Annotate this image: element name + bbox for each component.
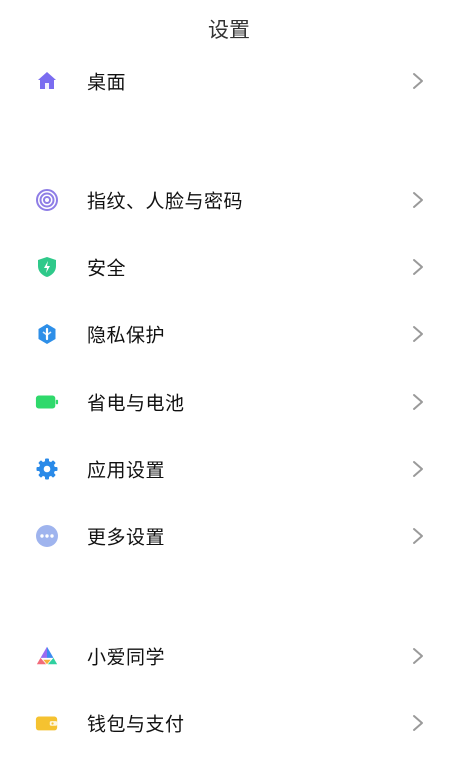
settings-item-label: 小爱同学 (87, 646, 166, 669)
chevron-right-icon (412, 460, 424, 478)
settings-item-label: 隐私保护 (87, 324, 166, 347)
settings-item-label: 安全 (87, 257, 127, 280)
chevron-right-icon (412, 191, 424, 209)
settings-item-security[interactable]: 安全 (0, 240, 458, 294)
fingerprint-icon (35, 188, 59, 212)
settings-item-desktop[interactable]: 桌面 (0, 54, 458, 108)
gear-icon (35, 457, 59, 481)
chevron-right-icon (412, 527, 424, 545)
chevron-right-icon (412, 72, 424, 90)
settings-item-app-settings[interactable]: 应用设置 (0, 442, 458, 496)
xiaoai-icon (35, 644, 59, 668)
home-icon (35, 69, 59, 93)
settings-item-fingerprint-face-password[interactable]: 指纹、人脸与密码 (0, 173, 458, 227)
page-title: 设置 (208, 18, 250, 42)
settings-item-battery[interactable]: 省电与电池 (0, 375, 458, 429)
chevron-right-icon (412, 258, 424, 276)
shield-icon (35, 255, 59, 279)
chevron-right-icon (412, 325, 424, 343)
settings-item-wallet-payment[interactable]: 钱包与支付 (0, 696, 458, 750)
settings-item-label: 桌面 (87, 71, 127, 94)
chevron-right-icon (412, 393, 424, 411)
settings-item-more-settings[interactable]: 更多设置 (0, 509, 458, 563)
settings-item-privacy[interactable]: 隐私保护 (0, 307, 458, 361)
battery-icon (35, 390, 59, 414)
settings-item-label: 应用设置 (87, 459, 166, 482)
chevron-right-icon (412, 714, 424, 732)
settings-item-label: 省电与电池 (87, 392, 185, 415)
privacy-icon (35, 322, 59, 346)
settings-item-xiaoai[interactable]: 小爱同学 (0, 629, 458, 683)
chevron-right-icon (412, 647, 424, 665)
wallet-icon (35, 711, 59, 735)
more-icon (35, 524, 59, 548)
settings-item-label: 更多设置 (87, 526, 166, 549)
settings-item-label: 指纹、人脸与密码 (87, 190, 244, 213)
settings-item-label: 钱包与支付 (87, 713, 185, 736)
